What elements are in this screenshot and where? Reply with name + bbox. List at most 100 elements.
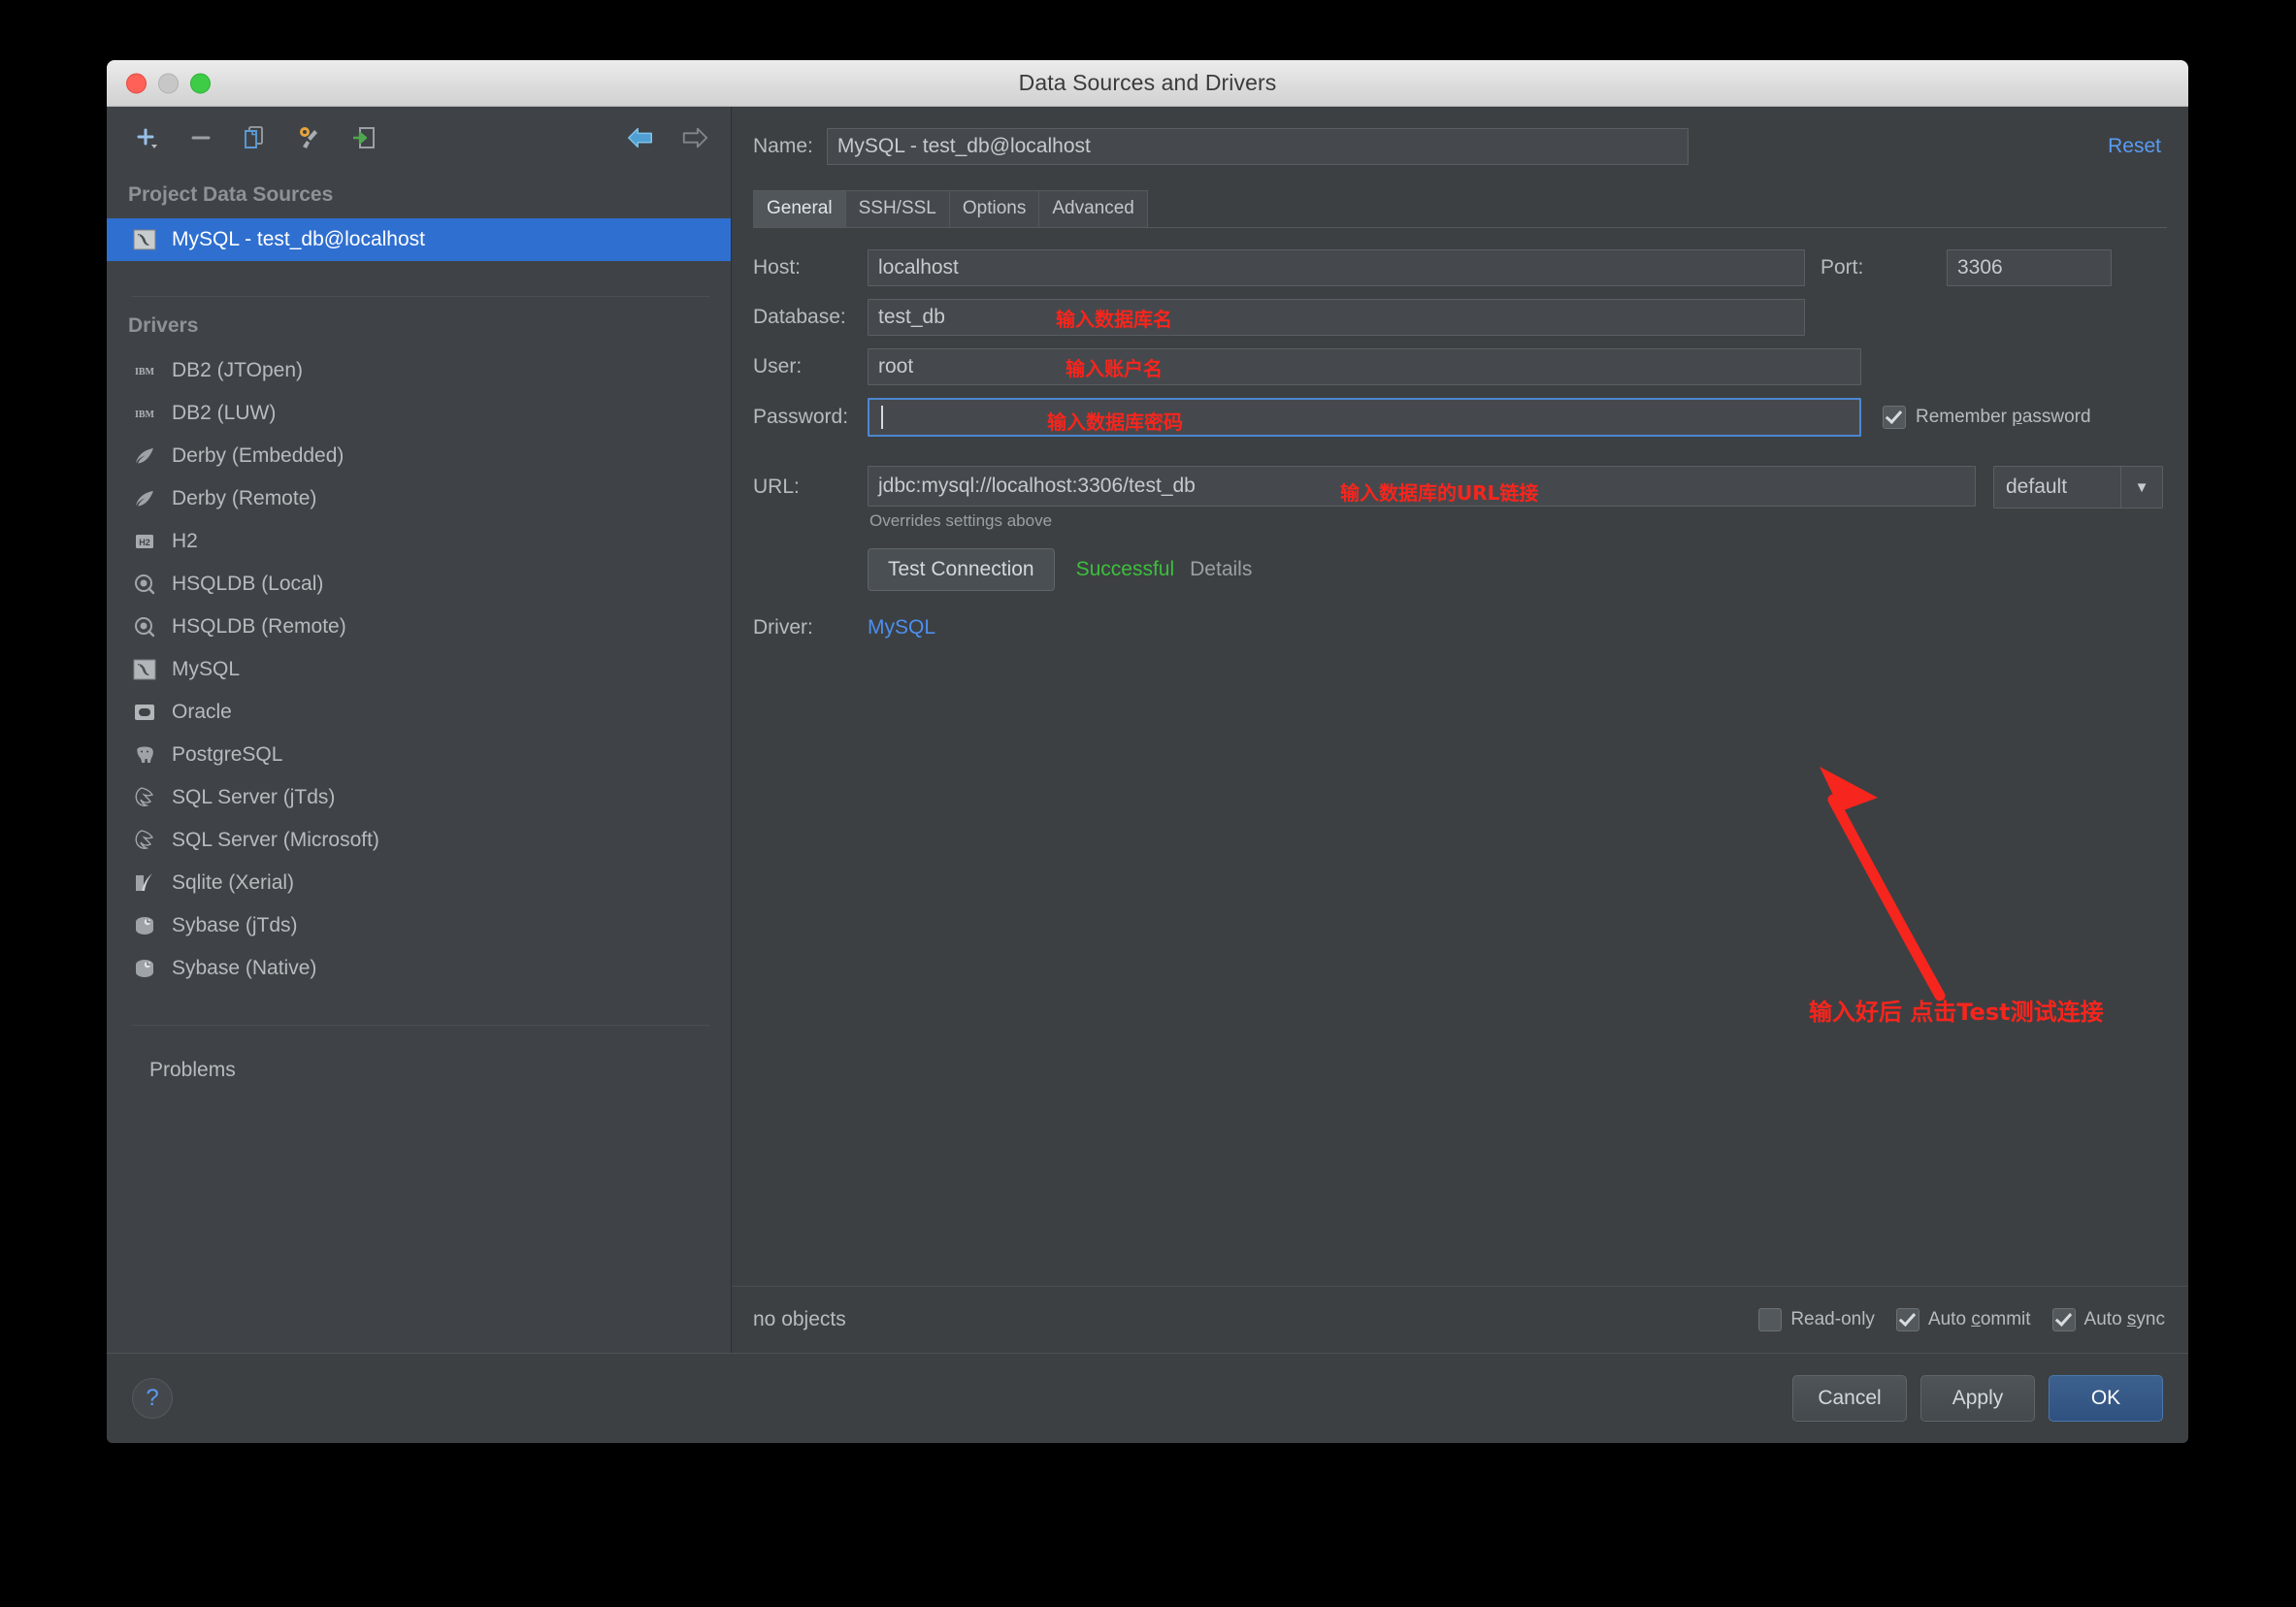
url-input[interactable]: jdbc:mysql://localhost:3306/test_db <box>868 466 1976 507</box>
window-title: Data Sources and Drivers <box>1018 70 1277 95</box>
sidebar-item-oracle[interactable]: Oracle <box>107 691 731 734</box>
sidebar-item-derby-remote[interactable]: Derby (Remote) <box>107 477 731 520</box>
remember-password-row[interactable]: Remember password <box>1883 406 2091 429</box>
sidebar-item-sqlserver-microsoft[interactable]: SQL Server (Microsoft) <box>107 819 731 862</box>
forward-arrow-icon[interactable] <box>680 123 709 152</box>
sidebar-item-sqlserver-jtds[interactable]: SQL Server (jTds) <box>107 776 731 819</box>
sidebar-item-label: Oracle <box>172 701 232 723</box>
port-input[interactable]: 3306 <box>1947 249 2112 286</box>
connection-details-link[interactable]: Details <box>1190 558 1252 581</box>
sidebar-item-label: HSQLDB (Remote) <box>172 615 346 638</box>
sidebar: Project Data Sources MySQL - test_db@loc… <box>107 107 732 1353</box>
ok-button[interactable]: OK <box>2049 1375 2163 1422</box>
sidebar-item-label: Sqlite (Xerial) <box>172 871 295 894</box>
derby-feather-icon <box>132 486 157 511</box>
read-only-option[interactable]: Read-only <box>1758 1308 1875 1331</box>
sidebar-item-postgresql[interactable]: PostgreSQL <box>107 734 731 776</box>
url-column: jdbc:mysql://localhost:3306/test_db Over… <box>868 466 1976 531</box>
tab-options[interactable]: Options <box>948 190 1040 227</box>
cancel-button[interactable]: Cancel <box>1792 1375 1907 1422</box>
sidebar-item-db2-luw[interactable]: IBM DB2 (LUW) <box>107 392 731 435</box>
name-input[interactable]: MySQL - test_db@localhost <box>826 128 1689 165</box>
copy-icon[interactable] <box>241 123 270 152</box>
sidebar-item-label: PostgreSQL <box>172 743 283 766</box>
footer-buttons: Cancel Apply OK <box>1792 1375 2163 1422</box>
add-icon[interactable] <box>132 123 161 152</box>
sidebar-item-problems[interactable]: Problems <box>107 1035 731 1082</box>
ibm-icon: IBM <box>132 401 157 426</box>
apply-button[interactable]: Apply <box>1920 1375 2035 1422</box>
no-objects-label: no objects <box>753 1308 846 1330</box>
sidebar-divider <box>132 296 709 297</box>
overrides-note: Overrides settings above <box>869 511 1053 530</box>
sidebar-item-label: Sybase (jTds) <box>172 914 298 936</box>
sidebar-item-derby-embedded[interactable]: Derby (Embedded) <box>107 435 731 477</box>
svg-text:H2: H2 <box>139 538 150 547</box>
sidebar-divider-2 <box>132 1025 709 1026</box>
sidebar-tree[interactable]: Project Data Sources MySQL - test_db@loc… <box>107 168 731 1353</box>
hsqldb-icon <box>132 614 157 640</box>
sybase-icon <box>132 956 157 981</box>
sidebar-item-sybase-jtds[interactable]: Sybase (jTds) <box>107 904 731 947</box>
auto-sync-checkbox[interactable] <box>2051 1308 2076 1331</box>
minimize-window-button[interactable] <box>158 73 179 93</box>
sidebar-item-mysql[interactable]: MySQL <box>107 648 731 691</box>
import-icon[interactable] <box>349 123 378 152</box>
close-window-button[interactable] <box>126 73 147 93</box>
sidebar-item-label: Sybase (Native) <box>172 957 317 979</box>
tab-advanced[interactable]: Advanced <box>1038 190 1148 227</box>
sybase-icon <box>132 913 157 938</box>
auto-sync-option[interactable]: Auto sync <box>2051 1308 2165 1331</box>
user-input[interactable]: root <box>868 348 1861 385</box>
sidebar-item-h2[interactable]: H2 H2 <box>107 520 731 563</box>
password-label: Password: <box>753 406 849 428</box>
read-only-checkbox[interactable] <box>1758 1308 1783 1331</box>
maximize-window-button[interactable] <box>190 73 211 93</box>
wrench-icon[interactable] <box>295 123 324 152</box>
tab-general[interactable]: General <box>753 190 846 227</box>
tab-ssh-ssl[interactable]: SSH/SSL <box>844 190 950 227</box>
sidebar-item-sybase-native[interactable]: Sybase (Native) <box>107 947 731 990</box>
port-label: Port: <box>1820 256 1864 279</box>
sidebar-item-db2-jtopen[interactable]: IBM DB2 (JTOpen) <box>107 349 731 392</box>
connection-status-text: Successful <box>1075 558 1175 580</box>
auto-commit-option[interactable]: Auto commit <box>1895 1308 2031 1331</box>
remove-icon[interactable] <box>186 123 215 152</box>
traffic-lights <box>126 73 211 93</box>
remember-password-checkbox[interactable] <box>1883 406 1906 429</box>
sidebar-item-label: SQL Server (jTds) <box>172 786 336 808</box>
schema-combo[interactable]: default ▼ <box>1993 466 2163 508</box>
sidebar-item-mysql-test-db[interactable]: MySQL - test_db@localhost <box>107 218 731 261</box>
project-data-sources-header: Project Data Sources <box>128 183 334 206</box>
annotation-arrow-note: 输入好后 点击Test测试连接 <box>1809 999 2104 1026</box>
auto-commit-checkbox[interactable] <box>1895 1308 1919 1331</box>
sidebar-item-label: MySQL - test_db@localhost <box>172 228 425 250</box>
oracle-icon <box>132 700 157 725</box>
sidebar-item-label: SQL Server (Microsoft) <box>172 829 379 851</box>
mysql-dolphin-icon <box>132 227 157 252</box>
password-input[interactable] <box>868 398 1861 437</box>
sidebar-item-label: Derby (Embedded) <box>172 444 344 467</box>
host-input[interactable]: localhost <box>868 249 1805 286</box>
database-input[interactable]: test_db <box>868 299 1805 336</box>
test-connection-button[interactable]: Test Connection <box>868 548 1055 591</box>
sidebar-item-hsqldb-remote[interactable]: HSQLDB (Remote) <box>107 606 731 648</box>
sidebar-toolbar <box>107 107 731 168</box>
driver-link[interactable]: MySQL <box>868 616 935 640</box>
host-label: Host: <box>753 256 802 279</box>
sidebar-item-hsqldb-local[interactable]: HSQLDB (Local) <box>107 563 731 606</box>
drivers-header: Drivers <box>128 314 199 337</box>
reset-link[interactable]: Reset <box>2108 135 2167 158</box>
remember-password-label: Remember password <box>1916 407 2091 427</box>
back-arrow-icon[interactable] <box>626 123 655 152</box>
ibm-icon: IBM <box>132 358 157 383</box>
sidebar-item-sqlite-xerial[interactable]: Sqlite (Xerial) <box>107 862 731 904</box>
sidebar-item-label: HSQLDB (Local) <box>172 573 324 595</box>
password-row: Password: 输入数据库密码 Remember password <box>753 398 2167 437</box>
hsqldb-icon <box>132 572 157 597</box>
user-row: User: root 输入账户名 <box>753 348 2167 385</box>
sidebar-item-label: DB2 (JTOpen) <box>172 359 303 381</box>
main-spacer <box>732 652 2188 1286</box>
chevron-down-icon[interactable]: ▼ <box>2120 467 2162 508</box>
help-button[interactable]: ? <box>132 1378 173 1419</box>
